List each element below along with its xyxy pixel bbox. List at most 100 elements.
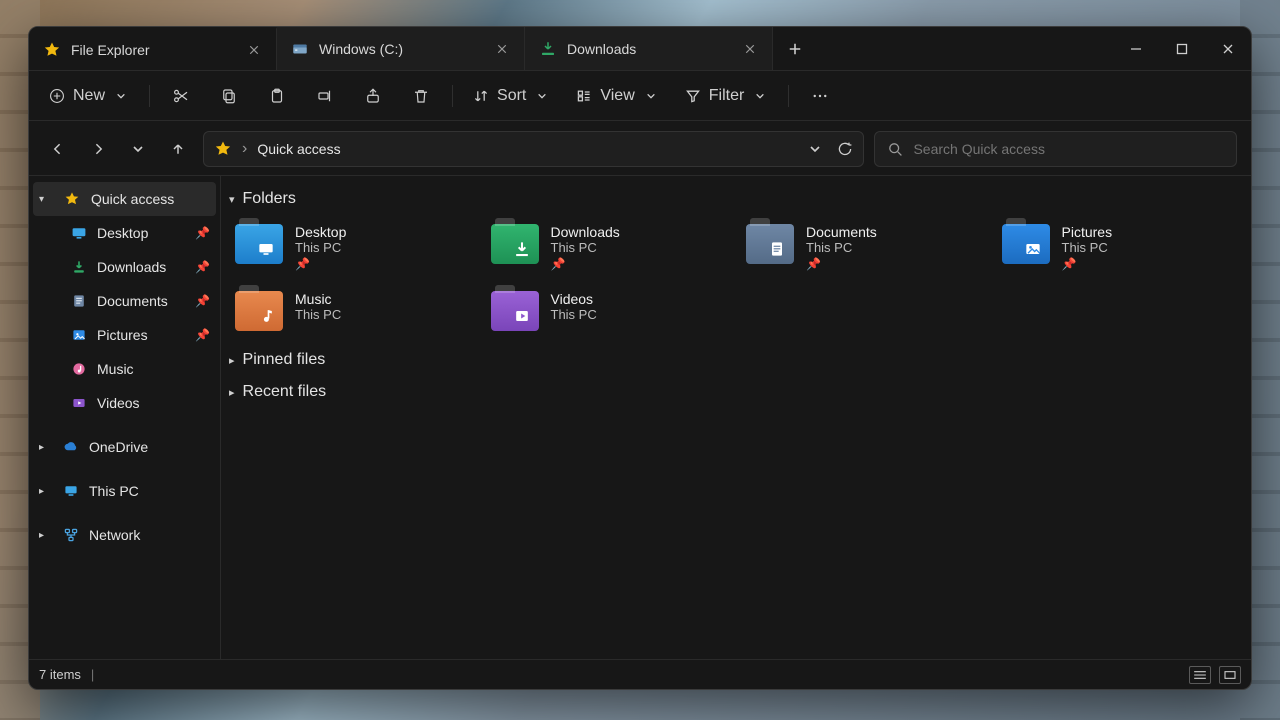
tab-windows-c[interactable]: Windows (C:): [277, 27, 525, 70]
sidebar-item-label: Desktop: [97, 225, 148, 241]
address-bar[interactable]: › Quick access: [203, 131, 864, 167]
sidebar-quick-access[interactable]: ▾ Quick access: [33, 182, 216, 216]
sidebar-this-pc[interactable]: ▸ This PC: [29, 474, 220, 508]
pin-icon: 📌: [551, 257, 566, 271]
large-icons-view-button[interactable]: [1219, 666, 1241, 684]
new-tab-button[interactable]: [773, 27, 817, 70]
document-icon: [71, 293, 87, 309]
details-view-button[interactable]: [1189, 666, 1211, 684]
tab-label: Downloads: [567, 41, 636, 57]
filter-button[interactable]: Filter: [675, 81, 779, 111]
folder-name: Music: [295, 291, 341, 307]
search-input[interactable]: [913, 141, 1224, 157]
folder-name: Videos: [551, 291, 597, 307]
tab-downloads[interactable]: Downloads: [525, 27, 773, 70]
folder-text: Pictures This PC 📌: [1062, 224, 1113, 273]
sidebar-item-label: This PC: [89, 483, 139, 499]
tab-file-explorer[interactable]: File Explorer: [29, 27, 277, 70]
minimize-button[interactable]: [1113, 27, 1159, 70]
delete-button[interactable]: [400, 81, 442, 111]
maximize-button[interactable]: [1159, 27, 1205, 70]
sidebar-item-desktop[interactable]: Desktop 📌: [29, 216, 220, 250]
sidebar-onedrive[interactable]: ▸ OneDrive: [29, 430, 220, 464]
folder-downloads[interactable]: Downloads This PC 📌: [487, 218, 731, 279]
cut-button[interactable]: [160, 81, 202, 111]
sidebar-item-pictures[interactable]: Pictures 📌: [29, 318, 220, 352]
tab-label: Windows (C:): [319, 41, 403, 57]
group-label: Folders: [243, 190, 296, 208]
group-label: Pinned files: [243, 351, 326, 369]
sidebar-item-label: Network: [89, 527, 140, 543]
new-label: New: [73, 87, 105, 105]
recent-locations-button[interactable]: [123, 134, 153, 164]
sidebar-item-music[interactable]: Music: [29, 352, 220, 386]
pin-icon: 📌: [195, 260, 210, 274]
folder-name: Desktop: [295, 224, 346, 240]
folder-pictures[interactable]: Pictures This PC 📌: [998, 218, 1242, 279]
separator: |: [91, 667, 94, 682]
pin-icon: 📌: [1062, 257, 1077, 271]
star-icon: [43, 41, 61, 59]
tab-close-icon[interactable]: [246, 42, 262, 58]
pin-icon: 📌: [195, 226, 210, 240]
sort-button[interactable]: Sort: [463, 81, 560, 111]
refresh-icon[interactable]: [837, 141, 853, 157]
tab-close-icon[interactable]: [494, 41, 510, 57]
view-button[interactable]: View: [566, 81, 668, 111]
tab-close-icon[interactable]: [742, 41, 758, 57]
monitor-icon: [255, 238, 277, 260]
folder-icon: [235, 291, 283, 331]
folder-desktop[interactable]: Desktop This PC 📌: [231, 218, 475, 279]
pin-icon: 📌: [806, 257, 821, 271]
folder-icon: [746, 224, 794, 264]
close-window-button[interactable]: [1205, 27, 1251, 70]
chevron-down-icon[interactable]: ▾: [39, 194, 53, 205]
back-button[interactable]: [43, 134, 73, 164]
up-button[interactable]: [163, 134, 193, 164]
chevron-right-icon[interactable]: ▸: [39, 486, 53, 497]
sidebar-item-label: Videos: [97, 395, 140, 411]
file-explorer-window: File Explorer Windows (C:) Downloads: [28, 26, 1252, 690]
folder-icon: [235, 224, 283, 264]
content-pane: ▾ Folders Desktop This PC 📌 Downloads: [221, 176, 1251, 659]
chevron-right-icon[interactable]: ▸: [39, 442, 53, 453]
chevron-right-icon: ▸: [229, 386, 235, 399]
group-recent-header[interactable]: ▸ Recent files: [227, 379, 1245, 411]
folder-music[interactable]: Music This PC: [231, 285, 475, 337]
copy-button[interactable]: [208, 81, 250, 111]
folder-videos[interactable]: Videos This PC: [487, 285, 731, 337]
folder-name: Documents: [806, 224, 877, 240]
cloud-icon: [63, 439, 79, 455]
share-icon: [364, 87, 382, 105]
play-icon: [511, 305, 533, 327]
plus-circle-icon: [49, 88, 65, 104]
chevron-right-icon[interactable]: ▸: [39, 530, 53, 541]
folder-sub: This PC: [295, 240, 346, 255]
search-box[interactable]: [874, 131, 1237, 167]
group-label: Recent files: [243, 383, 327, 401]
share-button[interactable]: [352, 81, 394, 111]
address-dropdown-icon[interactable]: [807, 141, 823, 157]
sidebar-item-documents[interactable]: Documents 📌: [29, 284, 220, 318]
folder-sub: This PC: [551, 240, 620, 255]
forward-button[interactable]: [83, 134, 113, 164]
folder-text: Downloads This PC 📌: [551, 224, 620, 273]
view-label: View: [600, 87, 634, 105]
group-folders-header[interactable]: ▾ Folders: [227, 186, 1245, 218]
note-icon: [255, 305, 277, 327]
paste-button[interactable]: [256, 81, 298, 111]
chevron-down-icon: ▾: [229, 193, 235, 206]
new-button[interactable]: New: [39, 81, 139, 111]
search-icon: [887, 141, 903, 157]
sidebar-item-downloads[interactable]: Downloads 📌: [29, 250, 220, 284]
sort-icon: [473, 88, 489, 104]
tab-label: File Explorer: [71, 42, 150, 58]
more-button[interactable]: [799, 81, 841, 111]
sidebar-network[interactable]: ▸ Network: [29, 518, 220, 552]
breadcrumb[interactable]: Quick access: [257, 141, 340, 157]
sidebar-item-videos[interactable]: Videos: [29, 386, 220, 420]
folder-text: Desktop This PC 📌: [295, 224, 346, 273]
rename-button[interactable]: [304, 81, 346, 111]
group-pinned-header[interactable]: ▸ Pinned files: [227, 347, 1245, 379]
folder-documents[interactable]: Documents This PC 📌: [742, 218, 986, 279]
